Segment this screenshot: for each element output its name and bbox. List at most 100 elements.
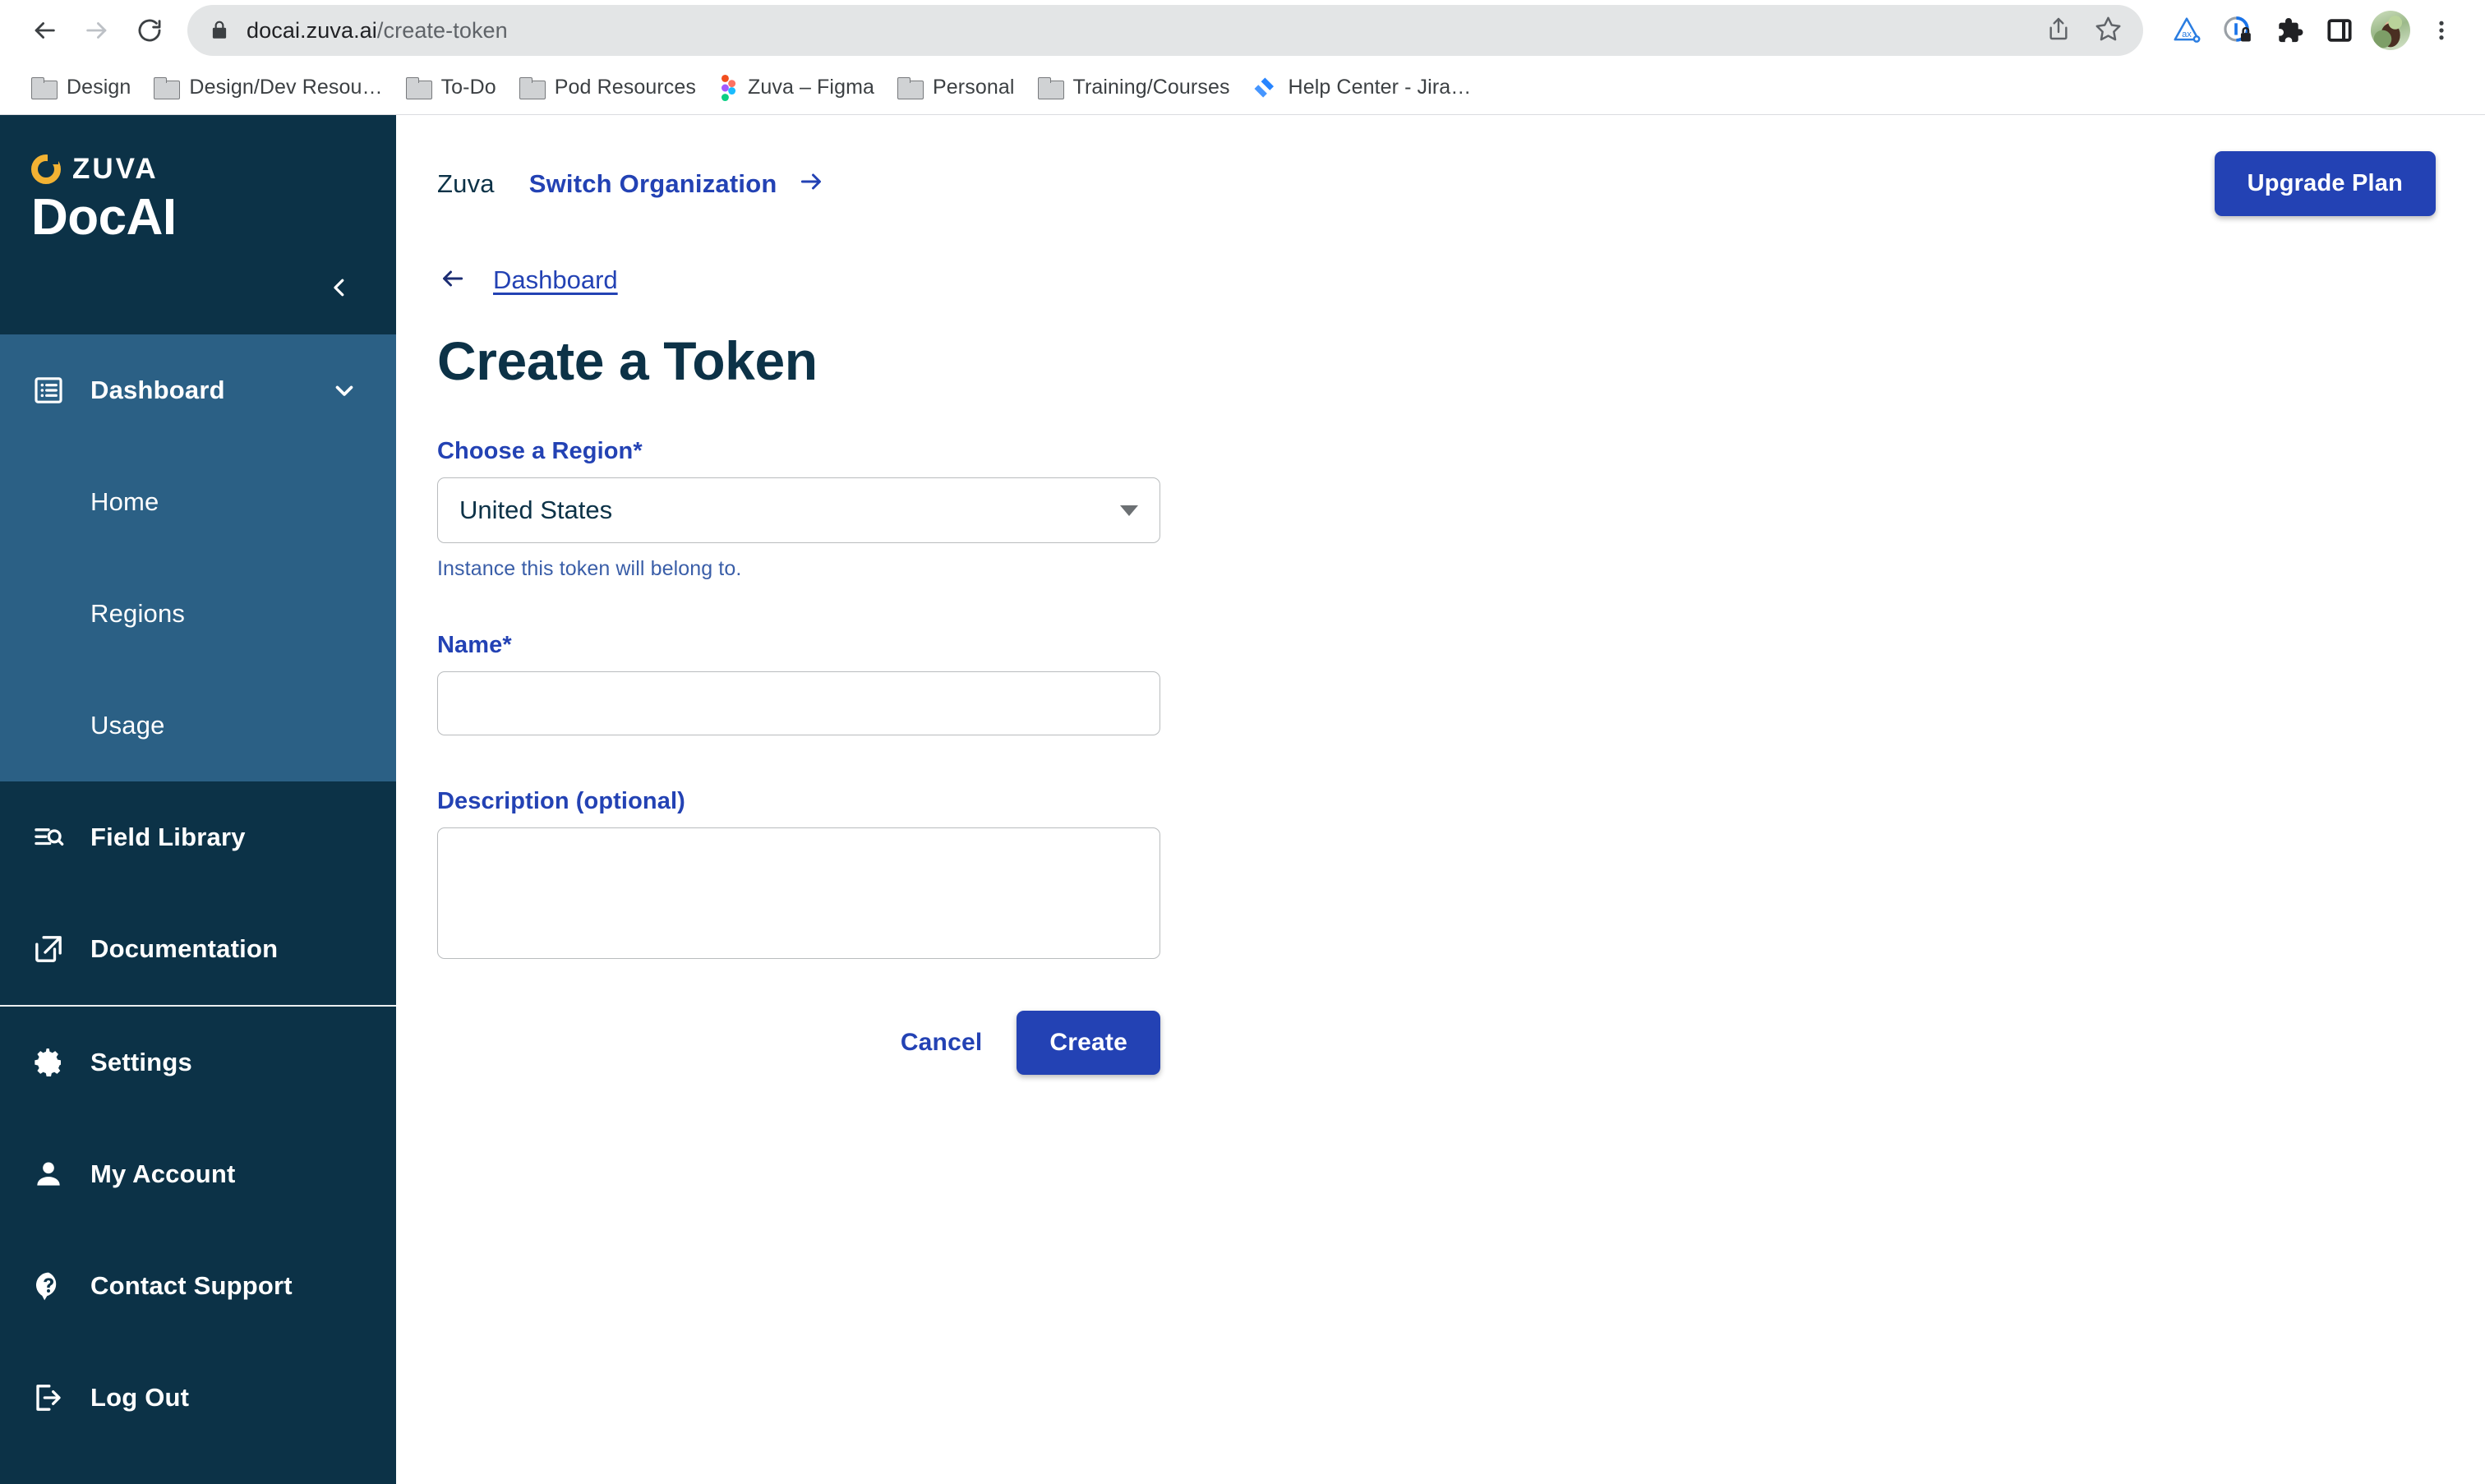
- top-bar: Zuva Switch Organization Upgrade Plan: [396, 115, 2485, 216]
- app-root: ZUVA DocAI Dashboard Home Regions Usage …: [0, 115, 2485, 1484]
- lock-icon: [209, 18, 230, 43]
- name-label: Name*: [437, 632, 1160, 659]
- sidebar-item-label: Usage: [90, 711, 165, 740]
- collapse-sidebar-button[interactable]: [320, 270, 358, 308]
- sidebar: ZUVA DocAI Dashboard Home Regions Usage …: [0, 115, 396, 1484]
- product-name: DocAI: [31, 189, 177, 246]
- create-token-form: Choose a Region* United States Instance …: [437, 438, 1160, 1075]
- jira-icon: [1253, 76, 1278, 100]
- sidebar-group-dashboard: Dashboard Home Regions Usage: [0, 334, 396, 782]
- avatar: [2371, 11, 2410, 50]
- share-icon[interactable]: [2045, 16, 2072, 46]
- chevron-down-icon: [1120, 505, 1138, 516]
- zuva-wordmark: ZUVA: [72, 153, 159, 185]
- bookmark-item[interactable]: Training/Courses: [1026, 69, 1242, 106]
- sidebar-item-label: Dashboard: [90, 376, 225, 405]
- side-panel-icon[interactable]: [2314, 5, 2365, 56]
- sidebar-item-label: Regions: [90, 599, 186, 629]
- sidebar-item-my-account[interactable]: My Account: [0, 1118, 396, 1230]
- zuva-ring-icon: [31, 154, 61, 184]
- chevron-left-icon: [327, 271, 352, 308]
- sidebar-item-settings[interactable]: Settings: [0, 1007, 396, 1118]
- sidebar-item-contact-support[interactable]: Contact Support: [0, 1230, 396, 1342]
- folder-icon: [897, 77, 924, 99]
- bookmark-item[interactable]: Design/Dev Resou…: [142, 69, 394, 106]
- page-content: Dashboard Create a Token Choose a Region…: [396, 216, 2485, 1075]
- arrow-right-icon: [795, 169, 827, 198]
- chrome-menu-icon[interactable]: [2416, 5, 2467, 56]
- description-textarea[interactable]: [437, 827, 1160, 959]
- sidebar-brand: ZUVA DocAI: [0, 115, 396, 244]
- description-label: Description (optional): [437, 788, 685, 814]
- cancel-button[interactable]: Cancel: [894, 1017, 989, 1068]
- reload-button[interactable]: [123, 4, 176, 57]
- person-icon: [30, 1158, 67, 1191]
- breadcrumb-dashboard-link[interactable]: Dashboard: [493, 265, 618, 295]
- region-selected-value: United States: [459, 495, 613, 524]
- main-content: Zuva Switch Organization Upgrade Plan Da…: [396, 115, 2485, 1484]
- bookmark-label: Help Center - Jira…: [1288, 76, 1472, 99]
- switch-organization-label: Switch Organization: [528, 168, 777, 198]
- bookmark-item[interactable]: Personal: [886, 69, 1026, 106]
- region-select[interactable]: United States: [437, 477, 1160, 543]
- forward-button[interactable]: [71, 4, 123, 57]
- bookmarks-bar: Design Design/Dev Resou… To-Do Pod Resou…: [0, 61, 2485, 115]
- bookmark-item[interactable]: To-Do: [394, 69, 508, 106]
- list-box-icon: [30, 374, 67, 407]
- form-actions: Cancel Create: [437, 1011, 1160, 1075]
- description-field: Description (optional): [437, 788, 1160, 963]
- back-button[interactable]: [18, 4, 71, 57]
- url-path: /create-token: [376, 17, 508, 43]
- folder-icon: [519, 77, 546, 99]
- region-label: Choose a Region*: [437, 438, 1160, 465]
- gear-icon: [30, 1046, 67, 1079]
- sidebar-item-label: My Account: [90, 1159, 236, 1189]
- collapse-row: [0, 244, 396, 334]
- bookmark-label: Design: [67, 76, 131, 99]
- sidebar-item-regions[interactable]: Regions: [0, 558, 396, 670]
- region-label-text: Choose a Region: [437, 438, 634, 464]
- folder-icon: [154, 77, 181, 99]
- bookmark-item[interactable]: Help Center - Jira…: [1242, 69, 1483, 107]
- bookmark-item[interactable]: Design: [20, 69, 142, 106]
- sidebar-item-field-library[interactable]: Field Library: [0, 781, 396, 893]
- profile-avatar[interactable]: [2365, 5, 2416, 56]
- bookmark-star-icon[interactable]: [2095, 15, 2122, 46]
- bookmark-label: To-Do: [440, 76, 496, 99]
- address-bar[interactable]: docai.zuva.ai/create-token: [187, 5, 2143, 56]
- bookmark-item[interactable]: Pod Resources: [508, 69, 708, 106]
- omnibox-actions: [2029, 15, 2122, 46]
- sidebar-item-documentation[interactable]: Documentation: [0, 893, 396, 1005]
- breadcrumb[interactable]: Dashboard: [437, 265, 2485, 295]
- create-button[interactable]: Create: [1017, 1011, 1160, 1075]
- name-input[interactable]: [437, 671, 1160, 735]
- sidebar-item-home[interactable]: Home: [0, 446, 396, 558]
- axe-devtools-icon[interactable]: ax: [2161, 5, 2212, 56]
- help-circle-icon: [30, 1270, 67, 1302]
- sidebar-item-label: Contact Support: [90, 1271, 293, 1301]
- required-mark: *: [502, 632, 512, 658]
- arrow-left-icon: [437, 266, 468, 295]
- external-link-icon: [30, 933, 67, 966]
- sidebar-item-log-out[interactable]: Log Out: [0, 1342, 396, 1454]
- sidebar-item-label: Log Out: [90, 1383, 190, 1413]
- name-field: Name*: [437, 632, 1160, 735]
- privacy-badger-icon[interactable]: [2212, 5, 2263, 56]
- page-title: Create a Token: [437, 330, 818, 391]
- switch-organization-link[interactable]: Switch Organization: [529, 169, 827, 199]
- name-label-text: Name: [437, 632, 503, 658]
- browser-chrome: docai.zuva.ai/create-token ax Design Des…: [0, 0, 2485, 115]
- sidebar-item-label: Field Library: [90, 823, 246, 852]
- region-helper-text: Instance this token will belong to.: [437, 557, 742, 580]
- bookmark-label: Design/Dev Resou…: [189, 76, 383, 99]
- figma-icon: [719, 74, 737, 101]
- extensions-icon[interactable]: [2263, 5, 2314, 56]
- sidebar-item-dashboard[interactable]: Dashboard: [0, 334, 396, 446]
- sidebar-item-usage[interactable]: Usage: [0, 670, 396, 781]
- upgrade-plan-button[interactable]: Upgrade Plan: [2214, 151, 2436, 216]
- zuva-logo: ZUVA: [31, 153, 396, 186]
- folder-icon: [31, 77, 58, 99]
- bookmark-item[interactable]: Zuva – Figma: [708, 68, 886, 108]
- chevron-down-icon[interactable]: [330, 376, 358, 404]
- logout-icon: [30, 1381, 67, 1414]
